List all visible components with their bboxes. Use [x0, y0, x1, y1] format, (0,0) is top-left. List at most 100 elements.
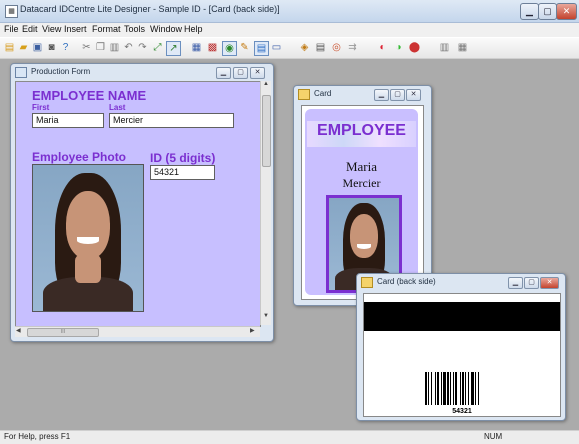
- photo-icon[interactable]: ◉: [222, 41, 237, 56]
- magstripe-icon[interactable]: ⬤: [408, 41, 421, 54]
- menu-window[interactable]: Window: [150, 24, 182, 34]
- employee-name-heading: EMPLOYEE NAME: [32, 88, 147, 103]
- zoom-fit-icon[interactable]: ⤢: [151, 41, 164, 54]
- design-icon[interactable]: ▦: [190, 41, 203, 54]
- card-employee-heading: EMPLOYEE: [317, 122, 406, 139]
- menu-help[interactable]: Help: [184, 24, 203, 34]
- chart-icon[interactable]: ↗: [166, 41, 181, 56]
- settings-icon[interactable]: ◑: [392, 41, 405, 54]
- card-restore-button[interactable]: ▢: [390, 89, 405, 101]
- barcode-bar: [460, 372, 461, 405]
- card-back-titlebar[interactable]: Card (back side) ▁ ▢ ✕: [357, 274, 565, 290]
- card-back-title: Card (back side): [377, 277, 436, 286]
- card-back-icon: [361, 277, 373, 288]
- menu-format[interactable]: Format: [92, 24, 121, 34]
- magnetic-stripe: [364, 302, 560, 331]
- table-icon[interactable]: ▤: [314, 41, 327, 54]
- card-icon[interactable]: ▭: [270, 41, 283, 54]
- redo-icon[interactable]: ↷: [136, 41, 149, 54]
- undo-icon[interactable]: ↶: [122, 41, 135, 54]
- card-icon-small: [298, 89, 310, 100]
- card-back-canvas: 54321: [363, 293, 561, 417]
- import-icon[interactable]: ▦: [456, 41, 469, 54]
- close-button[interactable]: ✕: [556, 3, 577, 20]
- num-lock-indicator: NUM: [484, 432, 503, 441]
- minimize-button[interactable]: ▁: [520, 3, 539, 20]
- card-back-minimize-button[interactable]: ▁: [508, 277, 523, 289]
- card-last-name: Mercier: [342, 176, 381, 190]
- export-icon[interactable]: ▥: [438, 41, 451, 54]
- form-restore-button[interactable]: ▢: [233, 67, 248, 79]
- help-icon[interactable]: ?: [59, 41, 72, 54]
- form-vertical-thumb[interactable]: [262, 95, 271, 167]
- barcode-bar: [447, 372, 449, 405]
- paste-icon[interactable]: ▥: [108, 41, 121, 54]
- print-setup-icon[interactable]: ◙: [45, 41, 58, 54]
- form-minimize-button[interactable]: ▁: [216, 67, 231, 79]
- app-icon[interactable]: ▦: [5, 5, 18, 18]
- menu-edit[interactable]: Edit: [22, 24, 38, 34]
- form-vertical-scrollbar[interactable]: ▲ ▼: [260, 81, 271, 325]
- scroll-left-arrow-icon[interactable]: ◀: [16, 327, 21, 334]
- db-icon[interactable]: ◈: [298, 41, 311, 54]
- id-field[interactable]: 54321: [150, 165, 215, 180]
- status-bar: For Help, press F1 NUM: [0, 430, 579, 444]
- scroll-right-arrow-icon[interactable]: ▶: [250, 327, 255, 334]
- window-title: Datacard IDCentre Lite Designer - Sample…: [20, 4, 280, 14]
- data-icon[interactable]: ▩: [206, 41, 219, 54]
- production-form-titlebar[interactable]: Production Form ▁ ▢ ✕: [11, 64, 273, 80]
- form-close-button[interactable]: ✕: [250, 67, 265, 79]
- grid-icon[interactable]: ✎: [238, 41, 251, 54]
- production-form-title: Production Form: [31, 67, 91, 76]
- batch-icon[interactable]: ◎: [330, 41, 343, 54]
- form-icon: [15, 67, 27, 78]
- encode-icon[interactable]: ◐: [376, 41, 389, 54]
- barcode-bar: [425, 372, 427, 405]
- barcode-bar: [435, 372, 436, 405]
- menu-tools[interactable]: Tools: [124, 24, 145, 34]
- card-front-titlebar[interactable]: Card ▁ ▢ ✕: [294, 86, 431, 102]
- barcode-bar: [431, 372, 432, 405]
- card-front-title: Card: [314, 89, 332, 98]
- card-first-name: Maria: [345, 159, 378, 174]
- last-label: Last: [109, 103, 126, 112]
- print-icon[interactable]: ⇉: [346, 41, 359, 54]
- scroll-up-arrow-icon[interactable]: ▲: [262, 81, 270, 91]
- barcode-bar: [428, 372, 429, 405]
- employee-photo-label: Employee Photo: [32, 150, 127, 164]
- card-front-face: EMPLOYEE Maria Mercier: [305, 109, 418, 295]
- menu-file[interactable]: File: [4, 24, 19, 34]
- save-icon[interactable]: ▣: [31, 41, 44, 54]
- form-horizontal-thumb[interactable]: III: [27, 328, 99, 337]
- new-icon[interactable]: ▤: [3, 41, 16, 54]
- form-canvas: EMPLOYEE NAME First Last Maria Mercier E…: [15, 81, 261, 327]
- barcode-bar: [468, 372, 469, 405]
- first-name-field[interactable]: Maria: [32, 113, 104, 128]
- id-label: ID (5 digits): [150, 151, 216, 165]
- toolbar: ▤ ▰ ▣ ◙ ? ✂ ❐ ▥ ↶ ↷ ⤢ ↗ ▦ ▩ ◉ ✎ ▤ ▭ ◈ ▤ …: [0, 38, 579, 59]
- production-form-window[interactable]: Production Form ▁ ▢ ✕ EMPLOYEE NAME Firs…: [10, 63, 274, 342]
- barcode-bar: [462, 372, 464, 405]
- first-label: First: [32, 103, 50, 112]
- cut-icon[interactable]: ✂: [80, 41, 93, 54]
- last-name-field[interactable]: Mercier: [109, 113, 234, 128]
- card-close-button[interactable]: ✕: [406, 89, 421, 101]
- menu-view[interactable]: View: [42, 24, 61, 34]
- card-minimize-button[interactable]: ▁: [374, 89, 389, 101]
- maximize-button[interactable]: ▢: [538, 3, 557, 20]
- card-back-window[interactable]: Card (back side) ▁ ▢ ✕ 54321: [356, 273, 566, 421]
- barcode-bar: [478, 372, 479, 405]
- employee-photo[interactable]: [32, 164, 144, 312]
- card-back-restore-button[interactable]: ▢: [524, 277, 539, 289]
- barcode-bar: [437, 372, 439, 405]
- barcode-bar: [441, 372, 442, 405]
- menu-insert[interactable]: Insert: [64, 24, 87, 34]
- barcode: [425, 372, 499, 409]
- card-back-close-button[interactable]: ✕: [540, 277, 559, 289]
- open-icon[interactable]: ▰: [17, 41, 30, 54]
- status-help-text: For Help, press F1: [4, 432, 71, 441]
- scroll-down-arrow-icon[interactable]: ▼: [262, 313, 270, 323]
- form-horizontal-scrollbar[interactable]: ◀ III ▶: [15, 326, 260, 337]
- layout-icon[interactable]: ▤: [254, 41, 269, 56]
- copy-icon[interactable]: ❐: [94, 41, 107, 54]
